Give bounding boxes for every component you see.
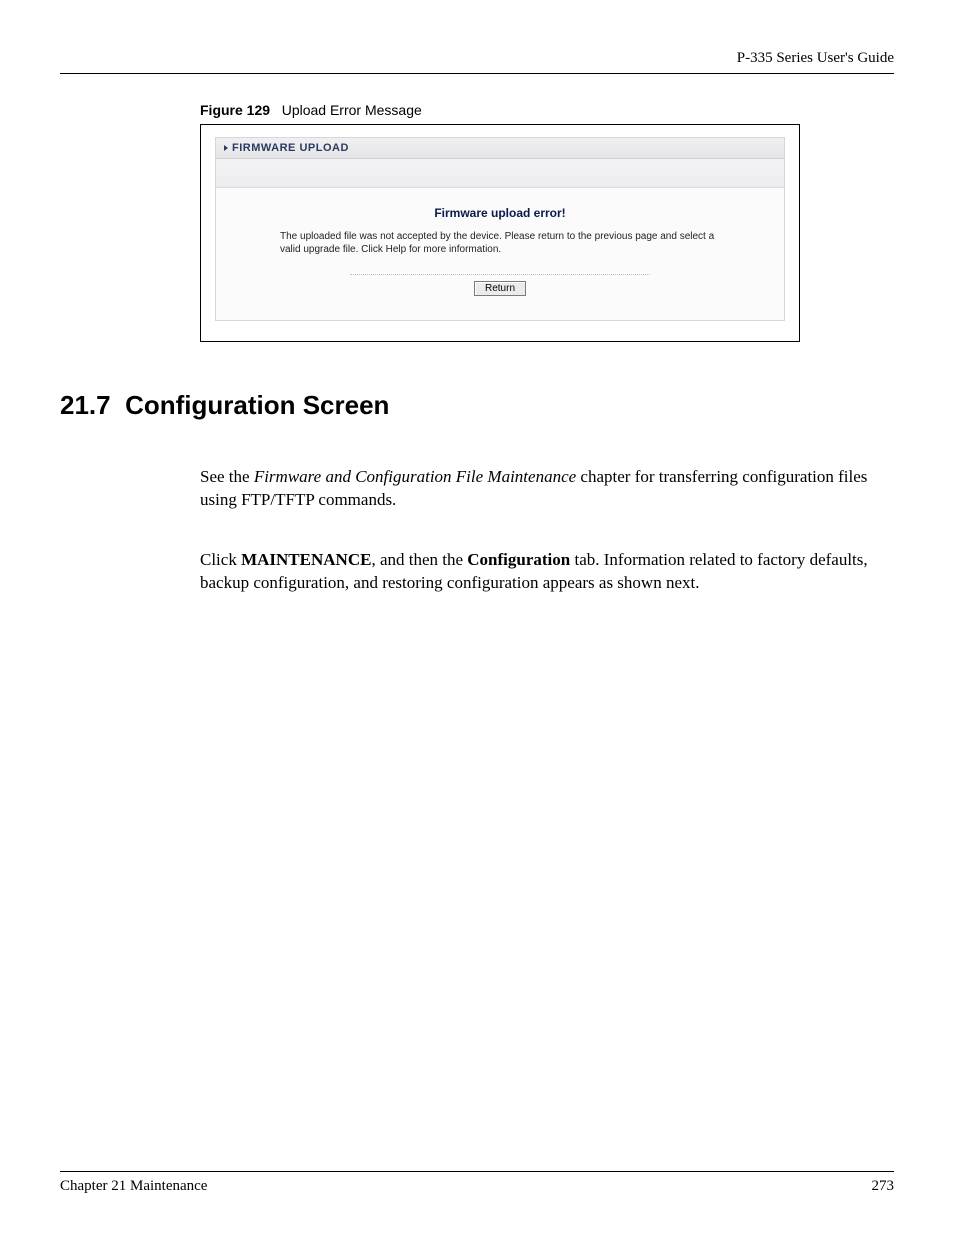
return-button[interactable]: Return <box>474 281 526 296</box>
p1-emphasis: Firmware and Configuration File Maintena… <box>254 467 576 486</box>
panel-body: Firmware upload error! The uploaded file… <box>216 188 784 320</box>
section-heading: 21.7 Configuration Screen <box>60 390 894 421</box>
figure-caption: Figure 129 Upload Error Message <box>200 102 894 118</box>
footer-chapter: Chapter 21 Maintenance <box>60 1178 207 1195</box>
guide-title: P-335 Series User's Guide <box>737 50 894 66</box>
error-heading: Firmware upload error! <box>240 206 760 220</box>
section-title: Configuration Screen <box>125 390 389 420</box>
firmware-upload-panel: FIRMWARE UPLOAD Firmware upload error! T… <box>215 137 785 321</box>
divider <box>350 274 650 275</box>
panel-title-text: FIRMWARE UPLOAD <box>232 142 349 154</box>
p2-bold1: MAINTENANCE <box>241 550 371 569</box>
figure-container: FIRMWARE UPLOAD Firmware upload error! T… <box>200 124 800 342</box>
p1-pre: See the <box>200 467 254 486</box>
footer: Chapter 21 Maintenance 273 <box>60 1171 894 1195</box>
section-number: 21.7 <box>60 390 111 420</box>
footer-page-number: 273 <box>872 1178 895 1195</box>
chevron-right-icon <box>224 145 228 151</box>
p2-bold2: Configuration <box>467 550 570 569</box>
p2-pre: Click <box>200 550 241 569</box>
p2-mid: , and then the <box>371 550 467 569</box>
panel-title-bar: FIRMWARE UPLOAD <box>216 138 784 159</box>
running-header: P-335 Series User's Guide <box>60 50 894 74</box>
paragraph-1: See the Firmware and Configuration File … <box>200 466 874 512</box>
figure-label: Figure 129 <box>200 102 270 118</box>
paragraph-2: Click MAINTENANCE, and then the Configur… <box>200 549 874 595</box>
figure-caption-text: Upload Error Message <box>282 102 422 118</box>
panel-spacer <box>216 159 784 188</box>
error-message: The uploaded file was not accepted by th… <box>280 230 720 256</box>
